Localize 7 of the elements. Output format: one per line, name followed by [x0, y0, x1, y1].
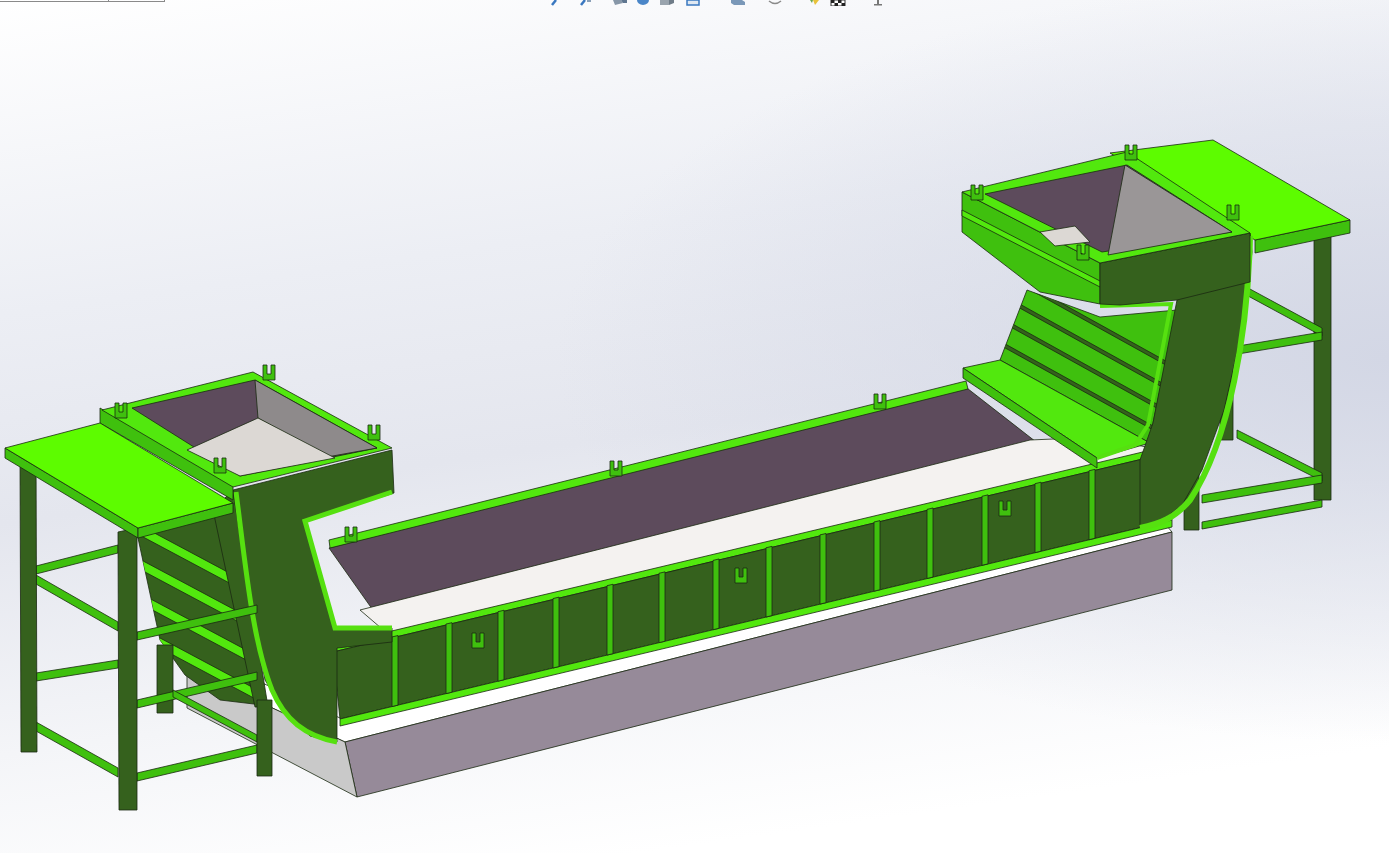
- window-icon[interactable]: [685, 0, 701, 6]
- checkerboard-icon[interactable]: [830, 0, 846, 6]
- cube-icon[interactable]: [730, 0, 746, 6]
- magnifier-icon[interactable]: [577, 0, 593, 6]
- eye-icon[interactable]: [767, 0, 783, 6]
- cube-icon[interactable]: [659, 0, 675, 6]
- cube-icon[interactable]: [612, 0, 628, 6]
